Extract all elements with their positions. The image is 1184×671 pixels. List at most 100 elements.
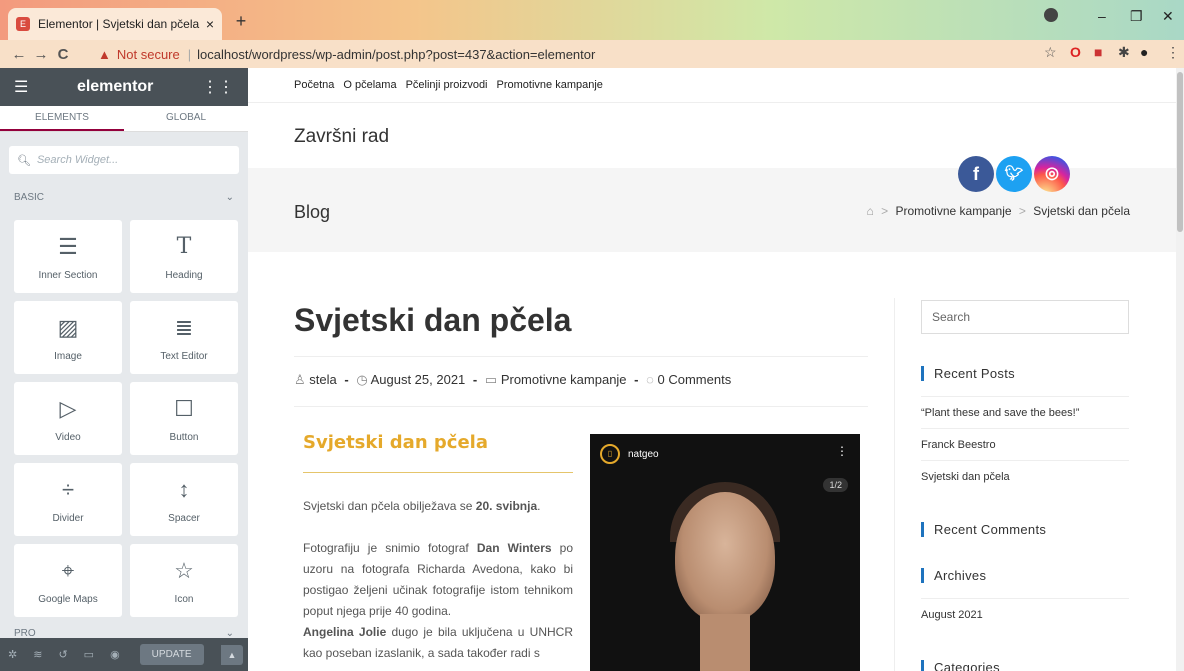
recent-post-link[interactable]: “Plant these and save the bees!”: [921, 396, 1129, 419]
not-secure-label: Not secure: [116, 46, 180, 62]
forward-button[interactable]: →: [30, 46, 52, 63]
paragraph-1[interactable]: Svjetski dan pčela obilježava se 20. svi…: [303, 496, 573, 517]
recent-posts-title: Recent Posts: [921, 366, 1015, 381]
extensions-puzzle-icon[interactable]: ✱: [1118, 44, 1130, 61]
carousel-counter: 1/2: [823, 478, 848, 492]
text-editor-icon: ≣: [174, 315, 194, 340]
widget-label: Video: [55, 432, 81, 443]
nav-divider: [248, 102, 1176, 103]
social-icons: f 🐦︎ ◎: [958, 156, 1070, 192]
paragraph-2[interactable]: Fotografiju je snimio fotograf Dan Winte…: [303, 538, 573, 622]
minimize-icon[interactable]: –: [1098, 8, 1106, 24]
basic-section-header[interactable]: BASIC ⌄: [0, 184, 248, 210]
widget-grid: ☰ Inner Section T Heading ▨ Image ≣ Text Edi…: [0, 210, 248, 617]
heading-icon: T: [176, 234, 192, 259]
more-options-icon[interactable]: ⋮: [836, 444, 848, 458]
menu-kebab-icon[interactable]: ⋮: [1166, 44, 1180, 61]
profile-icon[interactable]: [1044, 8, 1058, 22]
url-bar[interactable]: ▲ Not secure | localhost/wordpress/wp-ad…: [98, 42, 1026, 66]
recent-comments-title: Recent Comments: [921, 522, 1046, 537]
post-comments[interactable]: 0 Comments: [658, 372, 732, 387]
widget-label: Inner Section: [38, 270, 98, 281]
preview-eye-icon[interactable]: ◉: [110, 648, 120, 661]
widget-text-editor[interactable]: ≣ Text Editor: [130, 301, 238, 374]
settings-gear-icon[interactable]: ✲: [8, 648, 17, 661]
hamburger-icon[interactable]: ☰: [14, 77, 28, 97]
divider: [294, 406, 868, 407]
browser-tabbar: E Elementor | Svjetski dan pčela × + – ❐…: [0, 0, 1184, 40]
elementor-panel: ☰ elementor ⋮⋮ ELEMENTS GLOBAL 🔍︎ Search…: [0, 68, 248, 671]
folder-icon: ▭: [484, 372, 498, 387]
tab-global[interactable]: GLOBAL: [124, 106, 248, 131]
page-heading: Blog: [294, 202, 331, 222]
recent-post-link[interactable]: Franck Beestro: [921, 428, 1129, 451]
page-scrollbar[interactable]: [1176, 68, 1184, 671]
nav-item-o-pcelama[interactable]: O pčelama: [343, 79, 396, 91]
post-author[interactable]: stela: [309, 372, 336, 387]
url-text: localhost/wordpress/wp-admin/post.php?po…: [197, 46, 596, 62]
post-category[interactable]: Promotivne kampanje: [501, 372, 627, 387]
widget-heading[interactable]: T Heading: [130, 220, 238, 293]
widget-google-maps[interactable]: ⌖ Google Maps: [14, 544, 122, 617]
widget-label: Spacer: [168, 513, 200, 524]
widget-icon[interactable]: ☆ Icon: [130, 544, 238, 617]
breadcrumb-current: Svjetski dan pčela: [1033, 204, 1130, 218]
gold-divider: [303, 472, 573, 473]
facebook-icon[interactable]: f: [958, 156, 994, 192]
history-icon[interactable]: ↺: [58, 648, 67, 661]
user-icon: ♙: [294, 372, 306, 387]
maximize-icon[interactable]: ❐: [1130, 8, 1143, 25]
bookmark-star-icon[interactable]: ☆: [1044, 44, 1057, 61]
new-tab-button[interactable]: +: [230, 10, 252, 32]
window-close-icon[interactable]: ✕: [1162, 8, 1174, 25]
nav-item-pcelinji-proizvodi[interactable]: Pčelinji proizvodi: [406, 79, 488, 91]
site-title[interactable]: Završni rad: [294, 126, 389, 148]
twitter-icon[interactable]: 🐦︎: [996, 156, 1032, 192]
navigator-layers-icon[interactable]: ≋: [33, 648, 42, 661]
tab-close-icon[interactable]: ×: [206, 16, 214, 32]
basic-section-label: BASIC: [14, 191, 45, 203]
breadcrumb-separator: >: [881, 204, 889, 218]
instagram-icon[interactable]: ◎: [1034, 156, 1070, 192]
pdf-extension-icon[interactable]: ■: [1094, 44, 1102, 60]
nav-item-promotivne-kampanje[interactable]: Promotivne kampanje: [497, 79, 603, 91]
widget-inner-section[interactable]: ☰ Inner Section: [14, 220, 122, 293]
update-options-caret-icon[interactable]: ▲: [220, 644, 244, 665]
search-icon: 🔍︎: [17, 154, 31, 167]
grid-menu-icon[interactable]: ⋮⋮: [202, 77, 234, 97]
instagram-embed[interactable]: ▯ natgeo ⋮ 1/2: [590, 434, 860, 671]
widget-image[interactable]: ▨ Image: [14, 301, 122, 374]
page-preview: Početna O pčelama Pčelinji proizvodi Pro…: [248, 68, 1176, 671]
responsive-mode-icon[interactable]: ▭: [84, 648, 94, 661]
paragraph-3[interactable]: Angelina Jolie dugo je bila uključena u …: [303, 622, 573, 664]
widget-button[interactable]: ☐ Button: [130, 382, 238, 455]
content-heading[interactable]: Svjetski dan pčela: [303, 432, 488, 453]
archive-link[interactable]: August 2021: [921, 598, 1129, 621]
scrollbar-thumb[interactable]: [1177, 72, 1183, 232]
opera-extension-icon[interactable]: O: [1070, 44, 1081, 60]
nav-item-pocetna[interactable]: Početna: [294, 79, 334, 91]
account-icon[interactable]: ●: [1140, 44, 1148, 60]
star-icon: ☆: [174, 558, 194, 583]
bold-text: 20. svibnja: [475, 499, 538, 513]
natgeo-avatar-icon: ▯: [600, 444, 620, 464]
recent-post-link[interactable]: Svjetski dan pčela: [921, 460, 1129, 483]
widget-video[interactable]: ▷ Video: [14, 382, 122, 455]
widget-spacer[interactable]: ↕ Spacer: [130, 463, 238, 536]
breadcrumb-link[interactable]: Promotivne kampanje: [896, 204, 1012, 218]
widget-search-input[interactable]: 🔍︎ Search Widget...: [9, 146, 239, 174]
elementor-favicon-icon: E: [16, 17, 30, 31]
breadcrumb-separator: >: [1018, 204, 1026, 218]
inner-section-icon: ☰: [58, 234, 78, 259]
update-button[interactable]: UPDATE: [139, 644, 204, 665]
sidebar-search-input[interactable]: Search: [921, 300, 1129, 334]
back-button[interactable]: ←: [8, 46, 30, 63]
tab-elements[interactable]: ELEMENTS: [0, 106, 124, 131]
instagram-account[interactable]: ▯ natgeo: [600, 444, 659, 464]
reload-button[interactable]: C: [52, 46, 74, 63]
widget-divider[interactable]: ÷ Divider: [14, 463, 122, 536]
clock-icon: ◷: [356, 372, 368, 387]
home-icon[interactable]: ⌂: [867, 204, 874, 218]
warning-icon: ▲: [98, 46, 111, 62]
browser-tab[interactable]: E Elementor | Svjetski dan pčela ×: [8, 8, 222, 40]
